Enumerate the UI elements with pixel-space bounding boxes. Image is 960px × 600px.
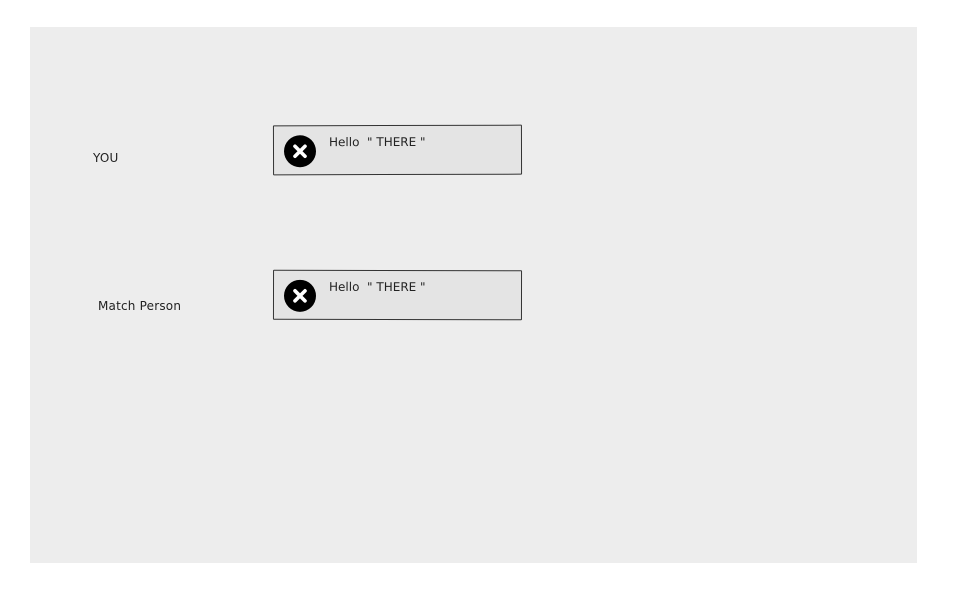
close-icon[interactable] bbox=[283, 279, 317, 312]
message-text: Hello " THERE " bbox=[328, 134, 426, 150]
participant-label-match-person: Match Person bbox=[98, 299, 182, 313]
close-icon[interactable] bbox=[283, 135, 317, 168]
message-box-match-person: Hello " THERE " bbox=[272, 269, 523, 321]
message-text: Hello " THERE " bbox=[329, 279, 426, 295]
message-box-you: Hello " THERE " bbox=[272, 124, 523, 176]
canvas: YOU Hello " THERE " Match Person Hello "… bbox=[30, 27, 917, 563]
participant-label-you: YOU bbox=[93, 151, 119, 165]
